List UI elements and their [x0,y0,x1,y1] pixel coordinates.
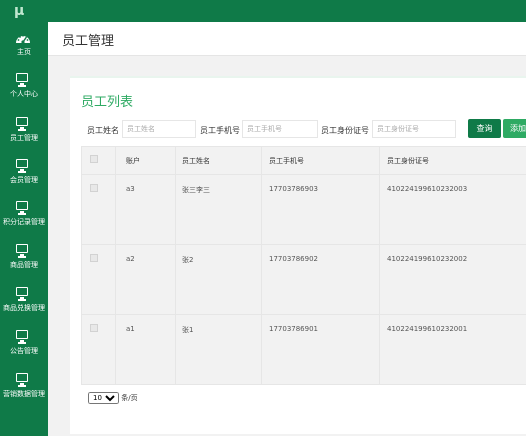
top-bar: µ [0,0,526,22]
cell-name: 张1 [182,326,194,334]
table-row[interactable]: a2 张2 17703786902 410224199610232002 [82,245,526,315]
monitor-icon [15,72,31,88]
monitor-icon [15,243,31,259]
select-all-checkbox[interactable] [90,155,98,163]
sidebar-item-product-exchange[interactable]: 商品兑换管理 [0,286,48,328]
column-divider [175,147,176,385]
header-account: 账户 [126,157,140,165]
employee-table: 账户 员工姓名 员工手机号 员工身份证号 a3 张三李三 17703786903… [81,146,526,385]
employee-list-card: 员工列表 员工姓名 员工姓名 员工手机号 员工手机号 员工身份证号 员工身份证号… [70,76,526,434]
monitor-icon [15,158,31,174]
cell-id-number: 410224199610232003 [387,185,468,193]
column-divider [115,147,116,385]
cell-name: 张2 [182,256,194,264]
monitor-icon [15,286,31,302]
sidebar-item-marketing-data[interactable]: 营销数据管理 [0,372,48,414]
cell-id-number: 410224199610232002 [387,255,468,263]
page-size-select[interactable]: 10 [88,392,119,404]
sidebar-item-home[interactable]: 主页 [0,30,48,72]
cell-phone: 17703786903 [269,185,318,193]
sidebar-item-personal-center[interactable]: 个人中心 [0,72,48,114]
query-button[interactable]: 查询 [468,119,501,138]
name-filter-input[interactable]: 员工姓名 [122,120,196,138]
sidebar-item-employee-management[interactable]: 员工管理 [0,116,48,158]
monitor-icon [15,116,31,132]
sidebar-item-points-record[interactable]: 积分记录管理 [0,200,48,242]
cell-phone: 17703786902 [269,255,318,263]
cell-name: 张三李三 [182,186,210,194]
monitor-icon [15,329,31,345]
add-button[interactable]: 添加 [503,119,526,138]
pagination: 10 条/页 [88,392,138,404]
cell-id-number: 410224199610232001 [387,325,468,333]
phone-filter-label: 员工手机号 [200,126,240,135]
sidebar: 主页 个人中心 员工管理 会员管理 积分记录管理 商品管理 商品兑换管理 公告管… [0,22,48,436]
cell-account: a2 [126,255,135,263]
dashboard-icon [15,30,31,46]
table-header: 账户 员工姓名 员工手机号 员工身份证号 [82,147,526,175]
id-filter-input[interactable]: 员工身份证号 [372,120,456,138]
sidebar-item-announcement[interactable]: 公告管理 [0,329,48,371]
name-filter-label: 员工姓名 [87,126,119,135]
phone-filter-input[interactable]: 员工手机号 [242,120,318,138]
row-checkbox[interactable] [90,184,98,192]
sidebar-item-member-management[interactable]: 会员管理 [0,158,48,200]
table-row[interactable]: a3 张三李三 17703786903 410224199610232003 [82,175,526,245]
monitor-icon [15,200,31,216]
table-row[interactable]: a1 张1 17703786901 410224199610232001 [82,315,526,385]
monitor-icon [15,372,31,388]
page-title: 员工管理 [62,34,115,49]
cell-account: a3 [126,185,135,193]
cell-account: a1 [126,325,135,333]
id-filter-label: 员工身份证号 [321,126,369,135]
column-divider [379,147,380,385]
card-title: 员工列表 [81,95,134,110]
sidebar-item-product-management[interactable]: 商品管理 [0,243,48,285]
row-checkbox[interactable] [90,254,98,262]
cell-phone: 17703786901 [269,325,318,333]
page-header: 员工管理 [48,22,526,56]
app-logo: µ [14,3,25,19]
header-id-number: 员工身份证号 [387,157,429,165]
header-name: 员工姓名 [182,157,210,165]
header-phone: 员工手机号 [269,157,304,165]
column-divider [261,147,262,385]
page-size-suffix: 条/页 [121,394,138,402]
row-checkbox[interactable] [90,324,98,332]
